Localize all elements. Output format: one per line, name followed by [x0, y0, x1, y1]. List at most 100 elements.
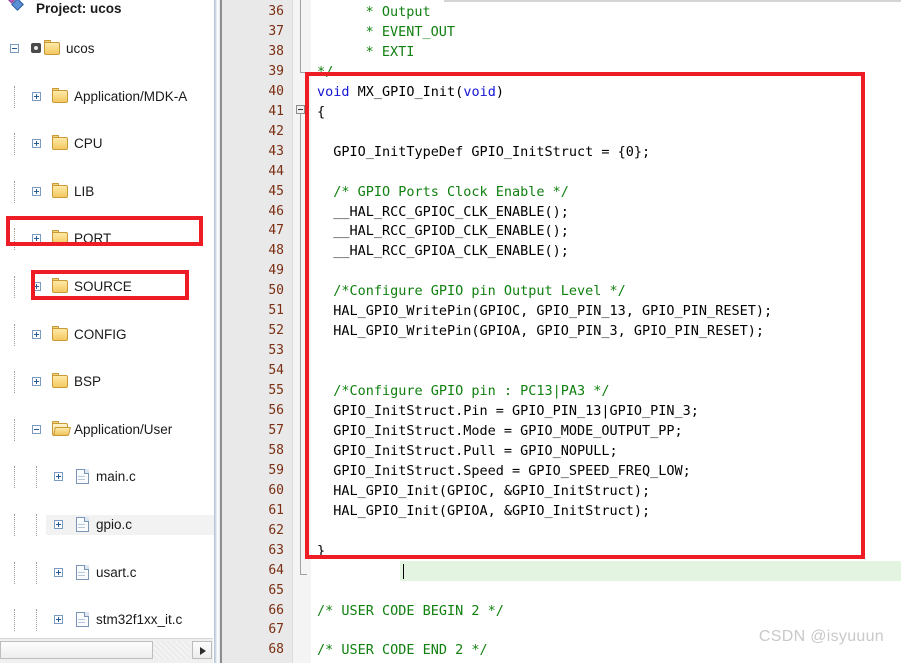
- code-line[interactable]: GPIO_InitStruct.Mode = GPIO_MODE_OUTPUT_…: [333, 421, 683, 441]
- expand-icon[interactable]: [32, 377, 41, 386]
- tree-guide-line: [14, 324, 15, 346]
- code-comment: /*Configure GPIO pin : PC13|PA3 */: [333, 383, 610, 399]
- expand-icon[interactable]: [32, 234, 41, 243]
- expand-icon[interactable]: [32, 92, 41, 101]
- tree-item-stm32f1xx-it-c[interactable]: stm32f1xx_it.c: [0, 609, 214, 631]
- tree-guide-line: [14, 609, 15, 631]
- code-line[interactable]: GPIO_InitStruct.Pin = GPIO_PIN_13|GPIO_P…: [333, 401, 699, 421]
- line-number: 48: [268, 243, 284, 258]
- expand-icon[interactable]: [54, 615, 63, 624]
- tree-item-port[interactable]: PORT: [0, 228, 214, 250]
- tree-item-label: PORT: [74, 231, 112, 246]
- code-line[interactable]: __HAL_RCC_GPIOD_CLK_ENABLE();: [333, 221, 569, 241]
- file-icon: [76, 612, 89, 627]
- file-icon: [76, 469, 89, 484]
- code-line[interactable]: * Output: [366, 2, 431, 22]
- folder-open-icon: [52, 421, 71, 436]
- folder-icon: [52, 135, 68, 150]
- tree-item-application-user[interactable]: Application/User: [0, 419, 214, 441]
- right-arrow-icon: [200, 647, 206, 655]
- code-text: __HAL_RCC_GPIOC_CLK_ENABLE();: [333, 204, 569, 220]
- tree-item-cpu[interactable]: CPU: [0, 133, 214, 155]
- expand-icon[interactable]: [32, 282, 41, 291]
- tree-item-lib[interactable]: LIB: [0, 181, 214, 203]
- tree-root-project[interactable]: Project: ucos: [0, 0, 214, 18]
- project-root-label: Project: ucos: [36, 1, 122, 17]
- tree-item-label: BSP: [74, 374, 102, 389]
- code-keyword: void: [317, 84, 350, 100]
- code-line[interactable]: /*Configure GPIO pin : PC13|PA3 */: [333, 381, 609, 401]
- code-text: __HAL_RCC_GPIOD_CLK_ENABLE();: [333, 223, 569, 239]
- project-tree[interactable]: Project: ucos ucos Application/MDK-A CPU LI…: [0, 0, 214, 637]
- code-text: }: [317, 543, 326, 559]
- line-number: 38: [268, 44, 284, 59]
- code-line[interactable]: void MX_GPIO_Init(void): [317, 82, 504, 102]
- tree-item-label: Application/MDK-A: [74, 89, 188, 104]
- line-number: 37: [268, 24, 284, 39]
- code-line[interactable]: HAL_GPIO_Init(GPIOC, &GPIO_InitStruct);: [333, 481, 650, 501]
- code-line[interactable]: }: [317, 541, 325, 561]
- line-number: 49: [268, 263, 284, 278]
- code-line[interactable]: */: [317, 62, 333, 82]
- line-number: 58: [268, 443, 284, 458]
- line-number: 68: [268, 642, 284, 657]
- tree-rows: ucos Application/MDK-A CPU LIB PORT SOURCE CON…: [0, 18, 214, 631]
- expand-icon[interactable]: [32, 187, 41, 196]
- code-line[interactable]: GPIO_InitStruct.Speed = GPIO_SPEED_FREQ_…: [333, 461, 691, 481]
- code-line[interactable]: * EXTI: [366, 42, 415, 62]
- code-text: GPIO_InitStruct.Pull = GPIO_NOPULL;: [333, 443, 618, 459]
- scrollbar-thumb[interactable]: [0, 641, 153, 659]
- expand-icon[interactable]: [32, 330, 41, 339]
- tree-item-usart-c[interactable]: usart.c: [0, 562, 214, 584]
- expand-icon[interactable]: [54, 472, 63, 481]
- code-line[interactable]: /* GPIO Ports Clock Enable */: [333, 182, 569, 202]
- tree-item-bsp[interactable]: BSP: [0, 371, 214, 393]
- code-text: GPIO_InitStruct.Speed = GPIO_SPEED_FREQ_…: [333, 463, 691, 479]
- code-line[interactable]: * EVENT_OUT: [366, 22, 455, 42]
- code-line[interactable]: __HAL_RCC_GPIOC_CLK_ENABLE();: [333, 202, 569, 222]
- tree-guide-line: [14, 514, 15, 536]
- line-number: 62: [268, 523, 284, 538]
- expand-icon[interactable]: [54, 568, 63, 577]
- code-line[interactable]: /* USER CODE BEGIN 2 */: [317, 601, 504, 621]
- expand-icon[interactable]: [54, 520, 63, 529]
- tree-guide-line: [14, 419, 15, 441]
- folder-icon: [52, 88, 68, 103]
- line-number: 51: [268, 303, 284, 318]
- tree-item-config[interactable]: CONFIG: [0, 324, 214, 346]
- watermark: CSDN @isyuuun: [758, 628, 884, 645]
- line-number: 56: [268, 403, 284, 418]
- line-number: 67: [268, 622, 284, 637]
- tree-item-gpio-c[interactable]: gpio.c: [0, 514, 214, 536]
- code-line[interactable]: GPIO_InitStruct.Pull = GPIO_NOPULL;: [333, 441, 617, 461]
- code-comment: * Output: [365, 4, 431, 20]
- expand-icon[interactable]: [32, 139, 41, 148]
- collapse-icon[interactable]: [32, 425, 41, 434]
- tree-item-source[interactable]: SOURCE: [0, 276, 214, 298]
- code-line[interactable]: {: [317, 102, 325, 122]
- code-line[interactable]: GPIO_InitTypeDef GPIO_InitStruct = {0};: [333, 142, 650, 162]
- collapse-icon[interactable]: [10, 44, 19, 53]
- code-text: HAL_GPIO_WritePin(GPIOA, GPIO_PIN_3, GPI…: [333, 323, 764, 339]
- scrollbar-right-arrow-button[interactable]: [192, 641, 212, 659]
- code-line[interactable]: HAL_GPIO_WritePin(GPIOC, GPIO_PIN_13, GP…: [333, 301, 772, 321]
- line-number: 50: [268, 283, 284, 298]
- text-caret: [403, 564, 404, 579]
- line-number: 57: [268, 423, 284, 438]
- code-line[interactable]: /* USER CODE END 2 */: [317, 640, 488, 660]
- code-line[interactable]: __HAL_RCC_GPIOA_CLK_ENABLE();: [333, 241, 569, 261]
- code-line[interactable]: /*Configure GPIO pin Output Level */: [333, 281, 626, 301]
- current-line-highlight: [400, 561, 901, 581]
- tree-item-application-mdk-a[interactable]: Application/MDK-A: [0, 86, 214, 108]
- tree-horizontal-scrollbar[interactable]: [0, 638, 213, 663]
- code-line[interactable]: HAL_GPIO_WritePin(GPIOA, GPIO_PIN_3, GPI…: [333, 321, 764, 341]
- code-editor[interactable]: 36 * Output 37 * EVENT_OUT 38 * EXTI 39 */ 40 voi…: [222, 0, 901, 663]
- tree-guide-line: [14, 466, 15, 488]
- tree-item-ucos[interactable]: ucos: [0, 38, 214, 60]
- line-number: 39: [268, 64, 284, 79]
- folder-icon: [52, 373, 68, 388]
- tree-item-main-c[interactable]: main.c: [0, 466, 214, 488]
- code-line[interactable]: HAL_GPIO_Init(GPIOA, &GPIO_InitStruct);: [333, 501, 650, 521]
- fold-toggle-function[interactable]: [296, 105, 305, 114]
- editor-fold-column[interactable]: [292, 0, 312, 663]
